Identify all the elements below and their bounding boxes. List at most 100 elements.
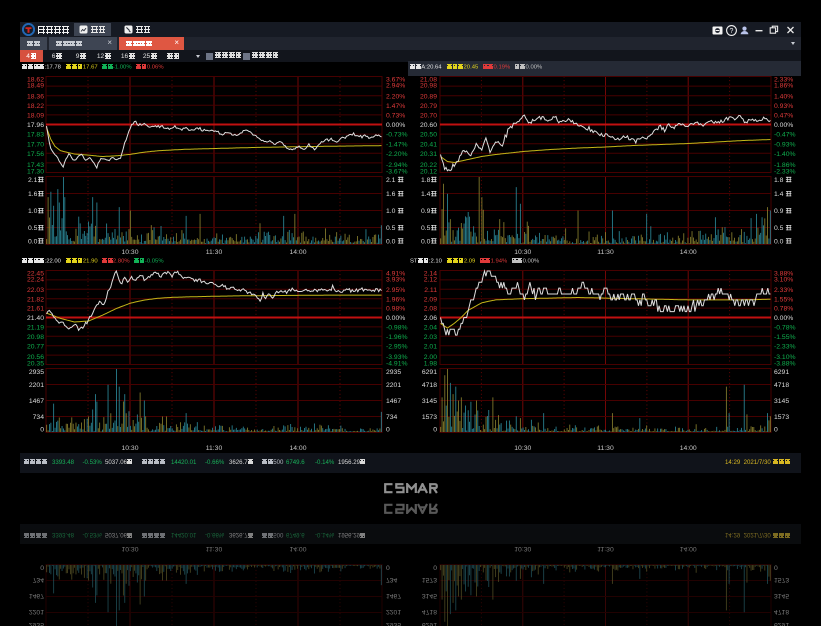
- svg-text:20.70: 20.70: [420, 113, 437, 120]
- svg-text:20.98: 20.98: [420, 83, 437, 90]
- svg-text:-4.91%: -4.91%: [386, 360, 408, 367]
- svg-text:0.5: 0.5: [774, 225, 784, 232]
- svg-text:2.1: 2.1: [28, 177, 38, 184]
- svg-text:2935: 2935: [386, 369, 401, 376]
- svg-text:1573: 1573: [422, 414, 437, 421]
- svg-text:18.09: 18.09: [27, 113, 44, 120]
- svg-text:17.30: 17.30: [27, 168, 44, 175]
- svg-text:1.0: 1.0: [28, 208, 38, 215]
- svg-text:-1.55%: -1.55%: [774, 334, 796, 341]
- svg-text:1467: 1467: [386, 398, 401, 405]
- svg-text:20.98: 20.98: [27, 334, 44, 341]
- svg-text:2.09: 2.09: [424, 296, 437, 303]
- svg-text:0.98%: 0.98%: [386, 306, 405, 313]
- svg-text:0.0: 0.0: [421, 238, 431, 245]
- svg-text:-2.33%: -2.33%: [774, 168, 796, 175]
- svg-text:3145: 3145: [774, 398, 789, 405]
- svg-text:1.98: 1.98: [424, 360, 437, 367]
- svg-text:0.78%: 0.78%: [774, 306, 793, 313]
- svg-text:1.6: 1.6: [28, 191, 38, 198]
- svg-text:2.95%: 2.95%: [386, 287, 405, 294]
- svg-text:734: 734: [33, 414, 45, 421]
- svg-text:20.79: 20.79: [420, 103, 437, 110]
- svg-text:-0.98%: -0.98%: [386, 325, 408, 332]
- svg-text:-0.78%: -0.78%: [774, 325, 796, 332]
- svg-text:0.5: 0.5: [421, 225, 431, 232]
- svg-text:2.94%: 2.94%: [386, 83, 405, 90]
- svg-text:1.8: 1.8: [774, 177, 784, 184]
- svg-text:2.01: 2.01: [424, 343, 437, 350]
- svg-text:0: 0: [433, 426, 437, 433]
- svg-text:0.9: 0.9: [421, 208, 431, 215]
- svg-text:2935: 2935: [29, 369, 44, 376]
- svg-text:20.31: 20.31: [420, 151, 437, 158]
- svg-text:2201: 2201: [386, 382, 401, 389]
- svg-text:-1.96%: -1.96%: [386, 334, 408, 341]
- svg-text:11:30: 11:30: [206, 445, 223, 452]
- svg-text:-3.88%: -3.88%: [774, 360, 796, 367]
- svg-text:2.03: 2.03: [424, 334, 437, 341]
- svg-text:20.77: 20.77: [27, 343, 44, 350]
- svg-text:2.12: 2.12: [424, 277, 437, 284]
- svg-text:1467: 1467: [29, 398, 44, 405]
- svg-text:1.4: 1.4: [421, 191, 431, 198]
- svg-text:6291: 6291: [422, 369, 437, 376]
- svg-text:0.00%: 0.00%: [386, 122, 405, 129]
- svg-text:2.1: 2.1: [386, 177, 396, 184]
- svg-text:1.8: 1.8: [421, 177, 431, 184]
- svg-text:21.40: 21.40: [27, 315, 44, 322]
- svg-text:21.19: 21.19: [27, 325, 44, 332]
- svg-text:0.93%: 0.93%: [774, 103, 793, 110]
- svg-text:0.00%: 0.00%: [774, 315, 793, 322]
- svg-text:18.49: 18.49: [27, 83, 44, 90]
- svg-text:0.0: 0.0: [28, 238, 38, 245]
- svg-text:18.22: 18.22: [27, 103, 44, 110]
- svg-text:20.89: 20.89: [420, 93, 437, 100]
- svg-text:-1.47%: -1.47%: [386, 141, 408, 148]
- svg-text:1573: 1573: [774, 414, 789, 421]
- svg-text:3.10%: 3.10%: [774, 277, 793, 284]
- svg-text:21.61: 21.61: [27, 306, 44, 313]
- svg-text:3145: 3145: [422, 398, 437, 405]
- svg-text:2.20%: 2.20%: [386, 93, 405, 100]
- svg-text:10:30: 10:30: [514, 445, 531, 452]
- svg-text:-2.33%: -2.33%: [774, 343, 796, 350]
- svg-text:0.73%: 0.73%: [386, 113, 405, 120]
- svg-text:1.6: 1.6: [386, 191, 396, 198]
- svg-text:1.86%: 1.86%: [774, 83, 793, 90]
- svg-text:?: ?: [730, 28, 734, 35]
- svg-text:21.82: 21.82: [27, 296, 44, 303]
- svg-text:1.55%: 1.55%: [774, 296, 793, 303]
- svg-text:10:30: 10:30: [121, 445, 138, 452]
- svg-text:0: 0: [386, 426, 390, 433]
- svg-text:-2.20%: -2.20%: [386, 151, 408, 158]
- svg-text:0.5: 0.5: [28, 225, 38, 232]
- svg-text:22.24: 22.24: [27, 277, 44, 284]
- svg-text:2.33%: 2.33%: [774, 287, 793, 294]
- svg-text:3.93%: 3.93%: [386, 277, 405, 284]
- svg-text:1.0: 1.0: [386, 208, 396, 215]
- svg-text:2.08: 2.08: [424, 306, 437, 313]
- svg-text:20.60: 20.60: [420, 122, 437, 129]
- svg-text:2.04: 2.04: [424, 325, 437, 332]
- svg-text:4718: 4718: [422, 382, 437, 389]
- svg-text:4718: 4718: [774, 382, 789, 389]
- svg-text:20.50: 20.50: [420, 132, 437, 139]
- svg-text:14:00: 14:00: [680, 445, 697, 452]
- svg-text:1.4: 1.4: [774, 191, 784, 198]
- svg-text:0.5: 0.5: [386, 225, 396, 232]
- svg-text:0: 0: [774, 426, 778, 433]
- svg-text:-0.73%: -0.73%: [386, 132, 408, 139]
- svg-text:0.9: 0.9: [774, 208, 784, 215]
- svg-text:20.12: 20.12: [420, 168, 437, 175]
- svg-text:-0.47%: -0.47%: [774, 132, 796, 139]
- svg-text:0.00%: 0.00%: [386, 315, 405, 322]
- svg-text:1.47%: 1.47%: [386, 103, 405, 110]
- svg-text:22.03: 22.03: [27, 287, 44, 294]
- svg-text:14:00: 14:00: [289, 445, 306, 452]
- svg-text:17.83: 17.83: [27, 132, 44, 139]
- svg-text:17.96: 17.96: [27, 122, 44, 129]
- svg-text:2.11: 2.11: [424, 287, 437, 294]
- svg-text:734: 734: [386, 414, 398, 421]
- svg-text:20.41: 20.41: [420, 141, 437, 148]
